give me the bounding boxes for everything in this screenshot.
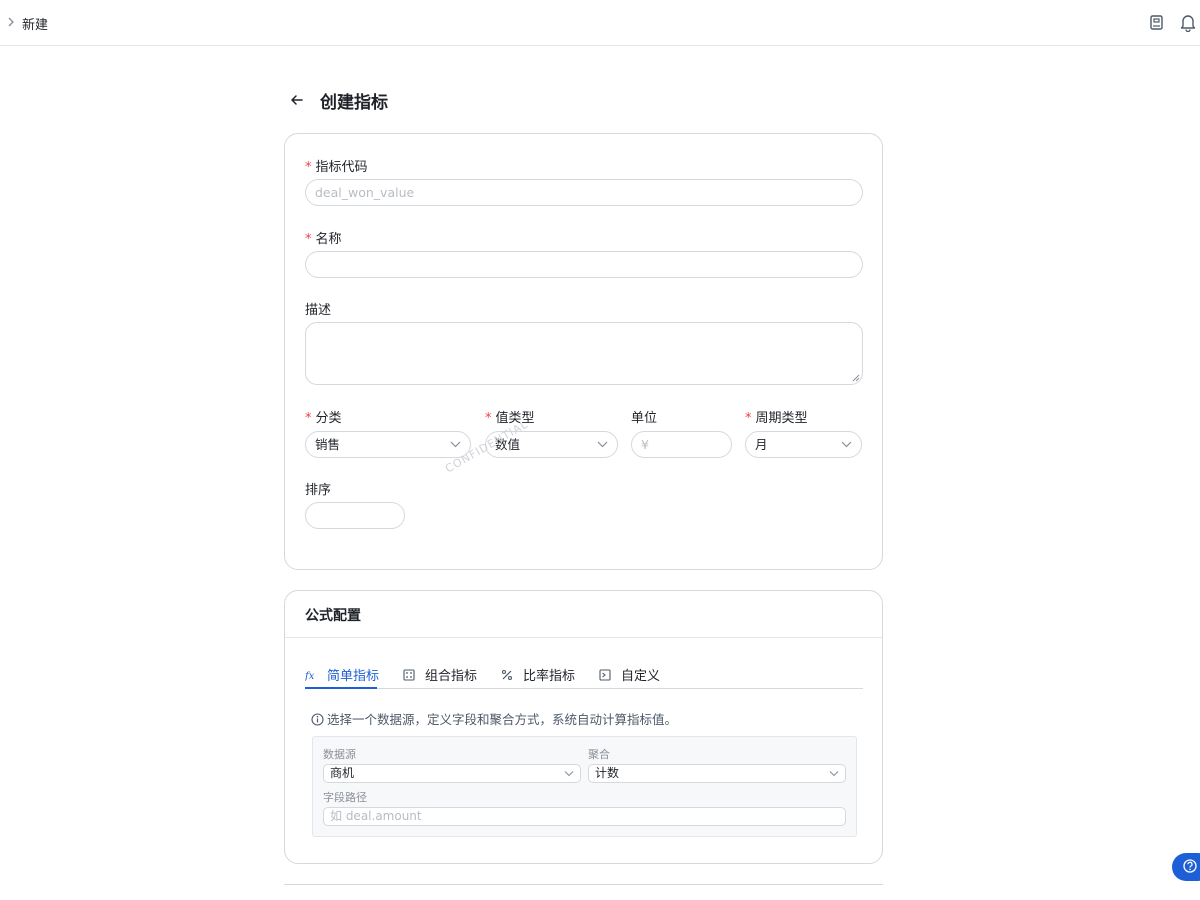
bell-icon[interactable]	[1179, 13, 1197, 32]
terminal-icon	[599, 669, 611, 681]
desc-label: 描述	[305, 303, 332, 318]
name-input[interactable]	[305, 251, 863, 278]
aggregate-select[interactable]: 计数	[588, 764, 846, 783]
book-icon[interactable]	[1149, 14, 1164, 31]
datasource-select[interactable]: 商机	[323, 764, 581, 783]
simple-metric-config: 数据源 商机 聚合 计数 字段路径 如 deal.amount	[312, 736, 857, 837]
period-select[interactable]: 月	[745, 431, 862, 458]
page-title: 创建指标	[320, 93, 388, 113]
top-bar: 新建	[0, 0, 1200, 46]
formula-card: 公式配置 fx 简单指标 组合指标 比率指标 自定义 选择一个数据源，定义字段和…	[284, 590, 883, 864]
order-label: 排序	[305, 483, 332, 498]
divider	[285, 637, 882, 638]
unit-label: 单位	[631, 411, 658, 426]
category-label: * 分类	[305, 411, 342, 426]
code-label: * 指标代码	[305, 160, 368, 175]
field-path-input[interactable]: 如 deal.amount	[323, 807, 846, 826]
tab-composite[interactable]: 组合指标	[403, 665, 477, 689]
chevron-down-icon	[829, 771, 839, 777]
grid-icon	[403, 669, 415, 681]
breadcrumb[interactable]: 新建	[22, 14, 48, 33]
info-icon	[311, 713, 324, 726]
basic-info-card: * 指标代码 deal_won_value * 名称 描述 * 分类 销售 * 值类型 …	[284, 133, 883, 570]
tab-custom[interactable]: 自定义	[599, 665, 660, 689]
resize-handle-icon[interactable]	[852, 374, 860, 382]
formula-title: 公式配置	[305, 608, 361, 624]
svg-text:fx: fx	[305, 671, 315, 681]
back-arrow-icon[interactable]	[288, 91, 306, 109]
chevron-down-icon	[597, 441, 608, 448]
order-input[interactable]	[305, 502, 405, 529]
period-label: * 周期类型	[745, 411, 808, 426]
name-label: * 名称	[305, 232, 342, 247]
formula-hint: 选择一个数据源，定义字段和聚合方式，系统自动计算指标值。	[311, 709, 677, 728]
chevron-down-icon	[841, 441, 852, 448]
datasource-label: 数据源	[323, 748, 356, 761]
code-input[interactable]: deal_won_value	[305, 179, 863, 206]
chevron-down-icon	[564, 771, 574, 777]
tab-simple[interactable]: fx 简单指标	[305, 665, 379, 689]
fx-icon: fx	[305, 671, 315, 681]
help-icon	[1183, 859, 1197, 873]
help-button[interactable]	[1172, 853, 1200, 881]
field-path-label: 字段路径	[323, 791, 367, 804]
section-divider	[284, 884, 883, 885]
tab-ratio[interactable]: 比率指标	[501, 665, 575, 689]
chevron-right-icon[interactable]	[6, 15, 16, 29]
aggregate-label: 聚合	[588, 748, 610, 761]
chevron-down-icon	[450, 441, 461, 448]
category-select[interactable]: 销售	[305, 431, 471, 458]
percent-icon	[501, 669, 513, 681]
formula-tabs: fx 简单指标 组合指标 比率指标 自定义	[305, 661, 863, 689]
unit-input[interactable]: ¥	[631, 431, 732, 458]
desc-textarea[interactable]	[305, 322, 863, 385]
